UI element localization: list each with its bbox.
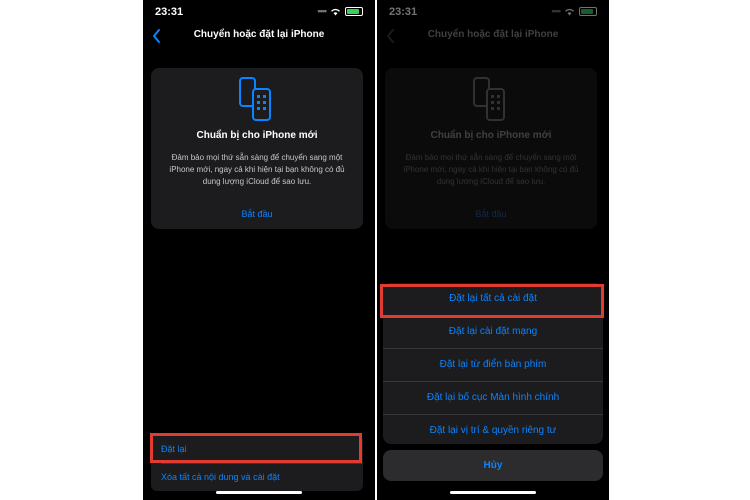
prepare-new-iphone-card: Chuẩn bị cho iPhone mới Đảm bảo mọi thứ … xyxy=(151,68,363,229)
page-title: Chuyển hoặc đặt lại iPhone xyxy=(193,29,325,40)
card-description: Đảm bảo mọi thứ sẵn sàng để chuyển sang … xyxy=(169,153,345,186)
home-indicator xyxy=(216,491,302,494)
battery-icon xyxy=(345,6,363,16)
reset-network-settings-button[interactable]: Đặt lại cài đặt mạng xyxy=(383,316,603,348)
status-icons: •••• xyxy=(317,6,363,16)
card-title: Chuẩn bị cho iPhone mới xyxy=(196,130,318,141)
get-started-link[interactable]: Bắt đầu xyxy=(151,209,363,219)
status-time: 23:31 xyxy=(155,6,184,18)
cancel-button[interactable]: Hủy xyxy=(383,450,603,481)
reset-location-privacy-button[interactable]: Đặt lại vị trí & quyền riêng tư xyxy=(383,415,603,444)
two-phones-icon xyxy=(239,77,271,121)
navigation-bar: Chuyển hoặc đặt lại iPhone xyxy=(143,25,375,47)
erase-all-content-button[interactable]: Xóa tất cả nội dung và cài đặt xyxy=(161,472,280,482)
status-bar: 23:31 •••• xyxy=(143,0,375,22)
highlight-box-reset-all xyxy=(380,284,604,318)
signal-icon: •••• xyxy=(317,6,327,16)
wifi-icon xyxy=(331,8,340,15)
reset-home-screen-layout-button[interactable]: Đặt lại bố cục Màn hình chính xyxy=(383,382,603,414)
phone-screen-right: 23:31 •••• Chuyển hoặc đặt lại iPhone Ch… xyxy=(377,0,609,500)
phone-screen-left: 23:31 •••• Chuyển hoặc đặt lại iPhone Ch… xyxy=(143,0,375,500)
highlight-box-reset xyxy=(150,433,362,463)
home-indicator xyxy=(450,491,536,494)
reset-keyboard-dictionary-button[interactable]: Đặt lại từ điển bàn phím xyxy=(383,349,603,381)
list-divider xyxy=(161,463,363,464)
